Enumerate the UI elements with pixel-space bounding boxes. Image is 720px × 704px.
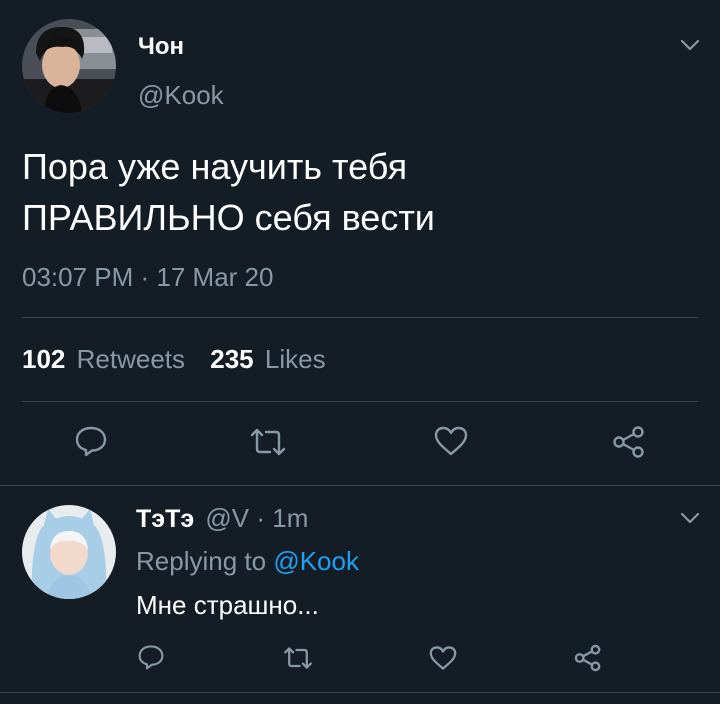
retweet-icon[interactable] [248, 427, 288, 457]
replying-handle-link[interactable]: @Kook [273, 546, 359, 576]
tweet-text-line-2: ПРАВИЛЬНО себя вести [22, 197, 435, 238]
chevron-down-icon[interactable] [679, 511, 701, 525]
tweet-text-line-1: Пора уже научить тебя [22, 146, 408, 187]
reply-author-avatar[interactable] [22, 505, 116, 599]
retweets-label[interactable]: Retweets [77, 344, 185, 374]
likes-count[interactable]: 235 [210, 344, 253, 374]
share-icon[interactable] [611, 424, 647, 460]
engagement-stats: 102 Retweets 235 Likes [22, 344, 326, 375]
reply-separator: · [256, 503, 266, 533]
divider [22, 401, 698, 402]
reply-time[interactable]: 1m [272, 503, 308, 533]
like-icon[interactable] [433, 425, 469, 457]
replying-to: Replying to @Kook [136, 546, 359, 577]
replying-prefix: Replying to [136, 546, 267, 576]
divider [22, 317, 698, 318]
author-avatar[interactable] [22, 19, 116, 113]
reply-icon[interactable] [74, 425, 108, 457]
retweet-icon[interactable] [282, 646, 314, 670]
share-icon[interactable] [573, 643, 603, 673]
reply-text: Мне страшно... [136, 590, 319, 620]
retweets-count[interactable]: 102 [22, 344, 65, 374]
reply-author-name[interactable]: ТэТэ [136, 505, 194, 533]
likes-label[interactable]: Likes [265, 344, 326, 374]
tweet-timestamp[interactable]: 03:07 PM · 17 Mar 20 [22, 262, 273, 293]
section-divider [0, 485, 720, 486]
author-handle[interactable]: @Kook [138, 80, 224, 111]
like-icon[interactable] [428, 645, 458, 671]
reply-author-handle[interactable]: @V [205, 503, 249, 533]
reply-icon[interactable] [137, 644, 165, 670]
chevron-down-icon[interactable] [679, 38, 701, 52]
section-divider [0, 692, 720, 693]
reply-header: ТэТэ @V · 1m [136, 503, 308, 534]
author-name[interactable]: Чон [138, 33, 184, 61]
